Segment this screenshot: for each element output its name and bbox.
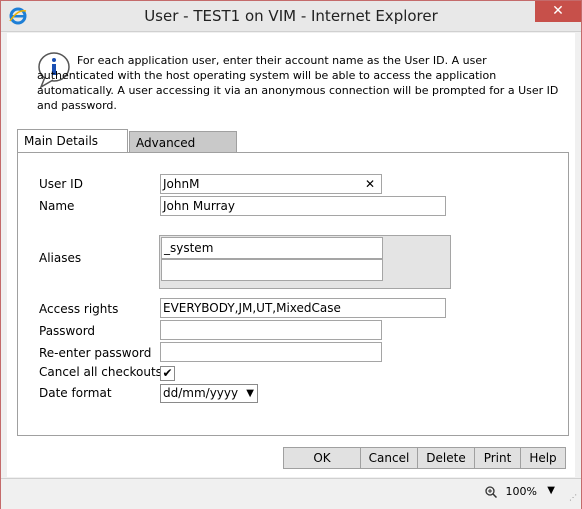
date-format-select[interactable]: dd/mm/yyyy ▼ <box>160 384 258 403</box>
cancel-checkouts-checkbox[interactable]: ✔ <box>160 366 175 381</box>
date-format-value: dd/mm/yyyy <box>163 386 239 400</box>
cancel-checkouts-label: Cancel all checkouts? <box>39 365 169 379</box>
access-rights-label: Access rights <box>39 302 119 316</box>
user-id-label: User ID <box>39 177 83 191</box>
zoom-dropdown-icon[interactable]: ▼ <box>547 485 555 496</box>
zoom-icon <box>485 486 497 498</box>
reenter-password-label: Re-enter password <box>39 346 152 360</box>
chevron-down-icon: ▼ <box>246 388 254 399</box>
access-rights-input[interactable]: EVERYBODY,JM,UT,MixedCase <box>160 298 446 318</box>
aliases-label: Aliases <box>39 251 82 265</box>
tab-advanced[interactable]: Advanced <box>129 131 237 153</box>
name-input[interactable]: John Murray <box>160 196 446 216</box>
browser-window: User - TEST1 on VIM - Internet Explorer … <box>0 0 582 509</box>
delete-button[interactable]: Delete <box>417 447 475 469</box>
clear-icon[interactable]: ✕ <box>365 175 375 193</box>
zoom-level[interactable]: 100% <box>506 485 537 498</box>
cancel-button[interactable]: Cancel <box>360 447 418 469</box>
info-text: For each application user, enter their a… <box>37 54 559 112</box>
window-title: User - TEST1 on VIM - Internet Explorer <box>144 7 438 25</box>
name-label: Name <box>39 199 75 213</box>
date-format-label: Date format <box>39 386 112 400</box>
resize-grip-icon[interactable]: ⋰ <box>569 493 579 503</box>
print-button[interactable]: Print <box>474 447 521 469</box>
password-input[interactable] <box>160 320 382 340</box>
close-icon[interactable]: ✕ <box>535 1 581 22</box>
title-bar: User - TEST1 on VIM - Internet Explorer … <box>1 1 581 32</box>
status-bar: 100% ▼ ⋰ <box>1 478 581 509</box>
tab-main-details[interactable]: Main Details <box>17 129 128 152</box>
main-details-panel: User ID JohnM ✕ Name John Murray Aliases… <box>17 152 569 436</box>
reenter-password-input[interactable] <box>160 342 382 362</box>
help-button[interactable]: Help <box>520 447 566 469</box>
user-id-value: JohnM <box>163 177 200 191</box>
dialog-content: For each application user, enter their a… <box>7 33 575 477</box>
user-id-input[interactable]: JohnM ✕ <box>160 174 382 194</box>
ok-button[interactable]: OK <box>283 447 361 469</box>
alias-row-1[interactable]: _system <box>161 237 383 259</box>
password-label: Password <box>39 324 96 338</box>
aliases-list: _system <box>159 235 451 289</box>
alias-row-2[interactable] <box>161 259 383 281</box>
